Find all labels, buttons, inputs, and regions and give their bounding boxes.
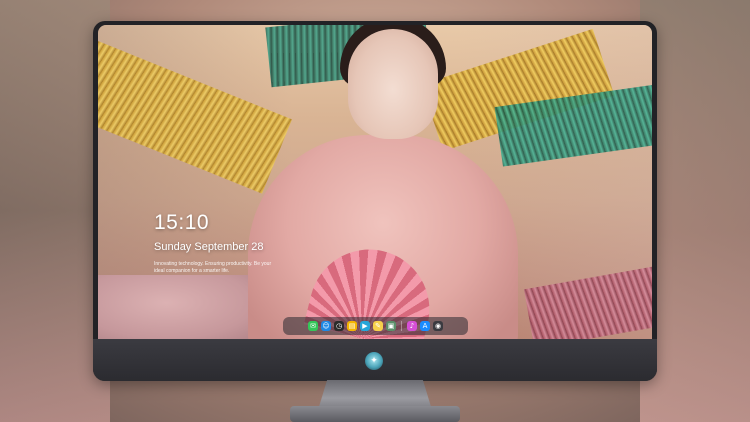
wallpaper-floor [98, 275, 268, 339]
lock-clock: 15:10 [154, 211, 210, 234]
music-icon[interactable]: ♪ [407, 321, 417, 331]
messages-icon[interactable]: ✉ [308, 321, 318, 331]
dock: ✉ ☺ ◷ ▤ ▶ ✎ ▣ ♪ A ◉ [283, 317, 468, 335]
lock-date: Sunday September 28 [154, 241, 264, 253]
app-store-icon[interactable]: A [420, 321, 430, 331]
monitor-stand-base [290, 406, 460, 422]
finder-icon[interactable]: ☺ [321, 321, 331, 331]
wallpaper-figure-head [348, 29, 438, 139]
clock-icon[interactable]: ◷ [334, 321, 344, 331]
lock-tagline: Innovating technology. Ensuring producti… [154, 261, 272, 274]
notes-icon[interactable]: ✎ [373, 321, 383, 331]
gallery-icon[interactable]: ▤ [347, 321, 357, 331]
video-icon[interactable]: ▶ [360, 321, 370, 331]
lock-screen[interactable]: 15:10 Sunday September 28 Innovating tec… [98, 25, 652, 339]
brand-logo-icon: ✦ [365, 352, 383, 370]
camera-icon[interactable]: ◉ [433, 321, 443, 331]
monitor: 15:10 Sunday September 28 Innovating tec… [93, 21, 657, 381]
photos-icon[interactable]: ▣ [386, 321, 396, 331]
monitor-chin: ✦ [93, 339, 657, 381]
dock-separator [401, 321, 402, 331]
